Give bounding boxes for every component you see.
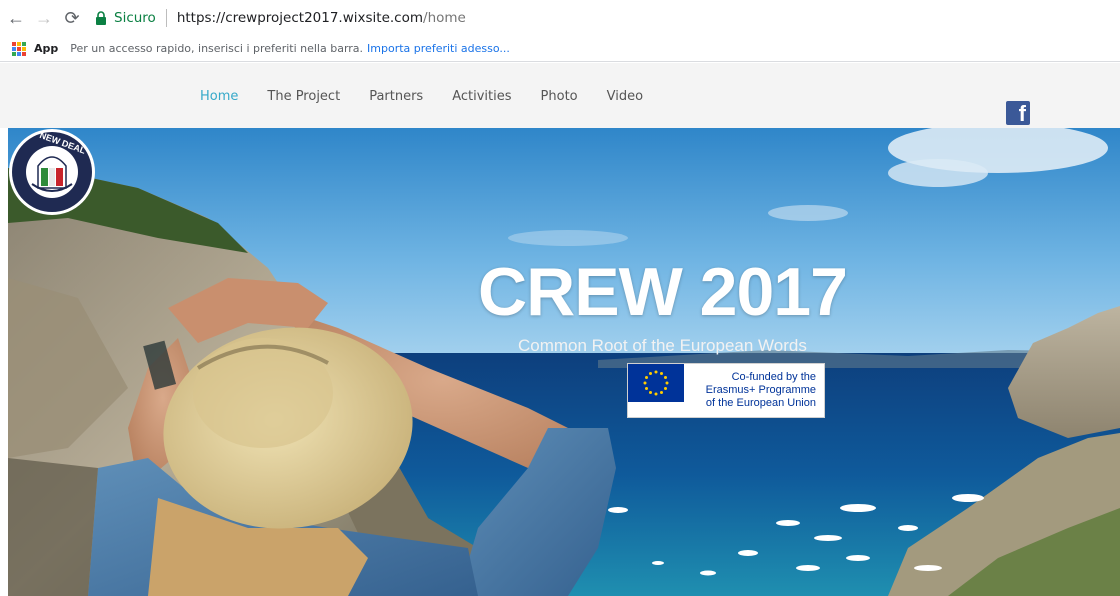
eu-flag-icon	[628, 364, 684, 402]
erasmus-line-3: of the European Union	[705, 397, 816, 409]
hero-banner: CREW 2017 Common Root of the European Wo…	[8, 128, 1120, 596]
url-field[interactable]: Sicuro https://crewproject2017.wixsite.c…	[94, 5, 466, 31]
apps-label[interactable]: App	[34, 42, 58, 55]
url-host: https://crewproject2017.wixsite.com	[176, 10, 424, 26]
browser-address-bar: ← → ⟳ Sicuro https://crewproject2017.wix…	[0, 0, 1120, 36]
back-arrow-icon[interactable]: ←	[4, 6, 28, 30]
erasmus-line-1: Co-funded by the	[731, 371, 816, 383]
site-header: Home The Project Partners Activities Pho…	[0, 63, 1120, 150]
hero-background-image	[8, 128, 1120, 596]
menu-item-partners[interactable]: Partners	[369, 89, 423, 104]
hero-subtitle: Common Root of the European Words	[518, 336, 807, 355]
menu-item-photo[interactable]: Photo	[541, 89, 578, 104]
hero-title: CREW 2017	[478, 254, 848, 330]
erasmus-line-2: Erasmus+ Programme	[705, 384, 816, 396]
main-menu: Home The Project Partners Activities Pho…	[200, 89, 672, 104]
lock-icon	[96, 11, 106, 25]
menu-item-home[interactable]: Home	[200, 89, 238, 104]
erasmus-cofunded-logo: Co-funded by the Erasmus+ Programme of t…	[627, 363, 825, 418]
menu-item-activities[interactable]: Activities	[452, 89, 511, 104]
menu-item-the-project[interactable]: The Project	[267, 89, 340, 104]
menu-item-video[interactable]: Video	[607, 89, 643, 104]
apps-grid-icon[interactable]	[12, 41, 26, 56]
forward-arrow-icon[interactable]: →	[32, 6, 56, 30]
facebook-icon[interactable]: f	[1006, 101, 1030, 125]
bookmarks-bar: App Per un accesso rapido, inserisci i p…	[0, 36, 1120, 62]
bookmarks-hint: Per un accesso rapido, inserisci i prefe…	[70, 42, 364, 55]
erasmus-text: Co-funded by the Erasmus+ Programme of t…	[706, 371, 816, 410]
secure-label: Sicuro	[114, 10, 156, 26]
url-path: /home	[423, 10, 466, 26]
reload-icon[interactable]: ⟳	[60, 6, 84, 30]
new-deal-badge-logo[interactable]: NEW DEAL	[8, 128, 96, 216]
url-separator	[165, 9, 167, 27]
import-bookmarks-link[interactable]: Importa preferiti adesso...	[367, 42, 510, 55]
